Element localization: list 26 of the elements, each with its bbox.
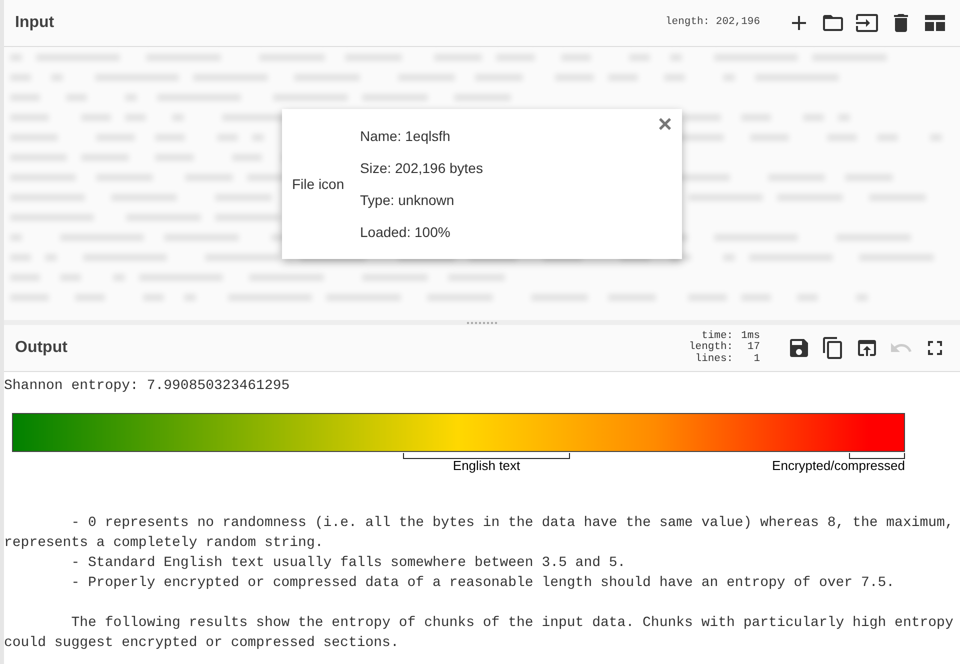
file-icon-alt-text: File icon — [292, 174, 346, 194]
range-label: English text — [452, 457, 520, 475]
file-detail: Loaded: 100% — [360, 222, 452, 242]
file-detail: Size: 202,196 bytes — [360, 158, 483, 178]
note-text: The following results show the entropy of chunks of the input data. Chunks with particularly high entropy could suggest encrypted or compressed sections. — [4, 614, 954, 653]
panel-title: Output — [15, 338, 68, 358]
stat-label: lines: — [694, 354, 734, 366]
entropy-result: Shannon entropy: 7.990850323461295 — [4, 377, 291, 396]
panel-title: Input — [15, 13, 54, 33]
stat-label: length: — [688, 342, 734, 354]
length-label: length: 202,196 — [665, 15, 760, 30]
stat-value: 1 — [752, 354, 760, 366]
note-text: - 0 represents no randomness (i.e. all the bytes in the data have the same value) whereas 8, the maximum, represents a completely random string. — [4, 514, 954, 553]
file-detail: Type: unknown — [360, 190, 456, 210]
stat-value: 1ms — [741, 330, 760, 342]
close-button[interactable]: × — [658, 113, 672, 137]
range-bracket — [849, 453, 905, 459]
note-text: - Properly encrypted or compressed data of a reasonable length should have an entropy of over 7.5. — [70, 574, 896, 593]
stat-value: 17 — [746, 342, 760, 354]
stat-label: time: — [702, 330, 734, 342]
arrow-into-box-icon[interactable] — [855, 11, 879, 35]
file-detail: Name: 1eqlsfh — [360, 126, 452, 146]
copy-icon[interactable] — [821, 336, 845, 360]
range-label: Encrypted/compressed — [772, 457, 905, 475]
note-text: - Standard English text usually falls somewhere between 3.5 and 5. — [70, 554, 627, 573]
resize-handle[interactable] — [467, 321, 497, 324]
